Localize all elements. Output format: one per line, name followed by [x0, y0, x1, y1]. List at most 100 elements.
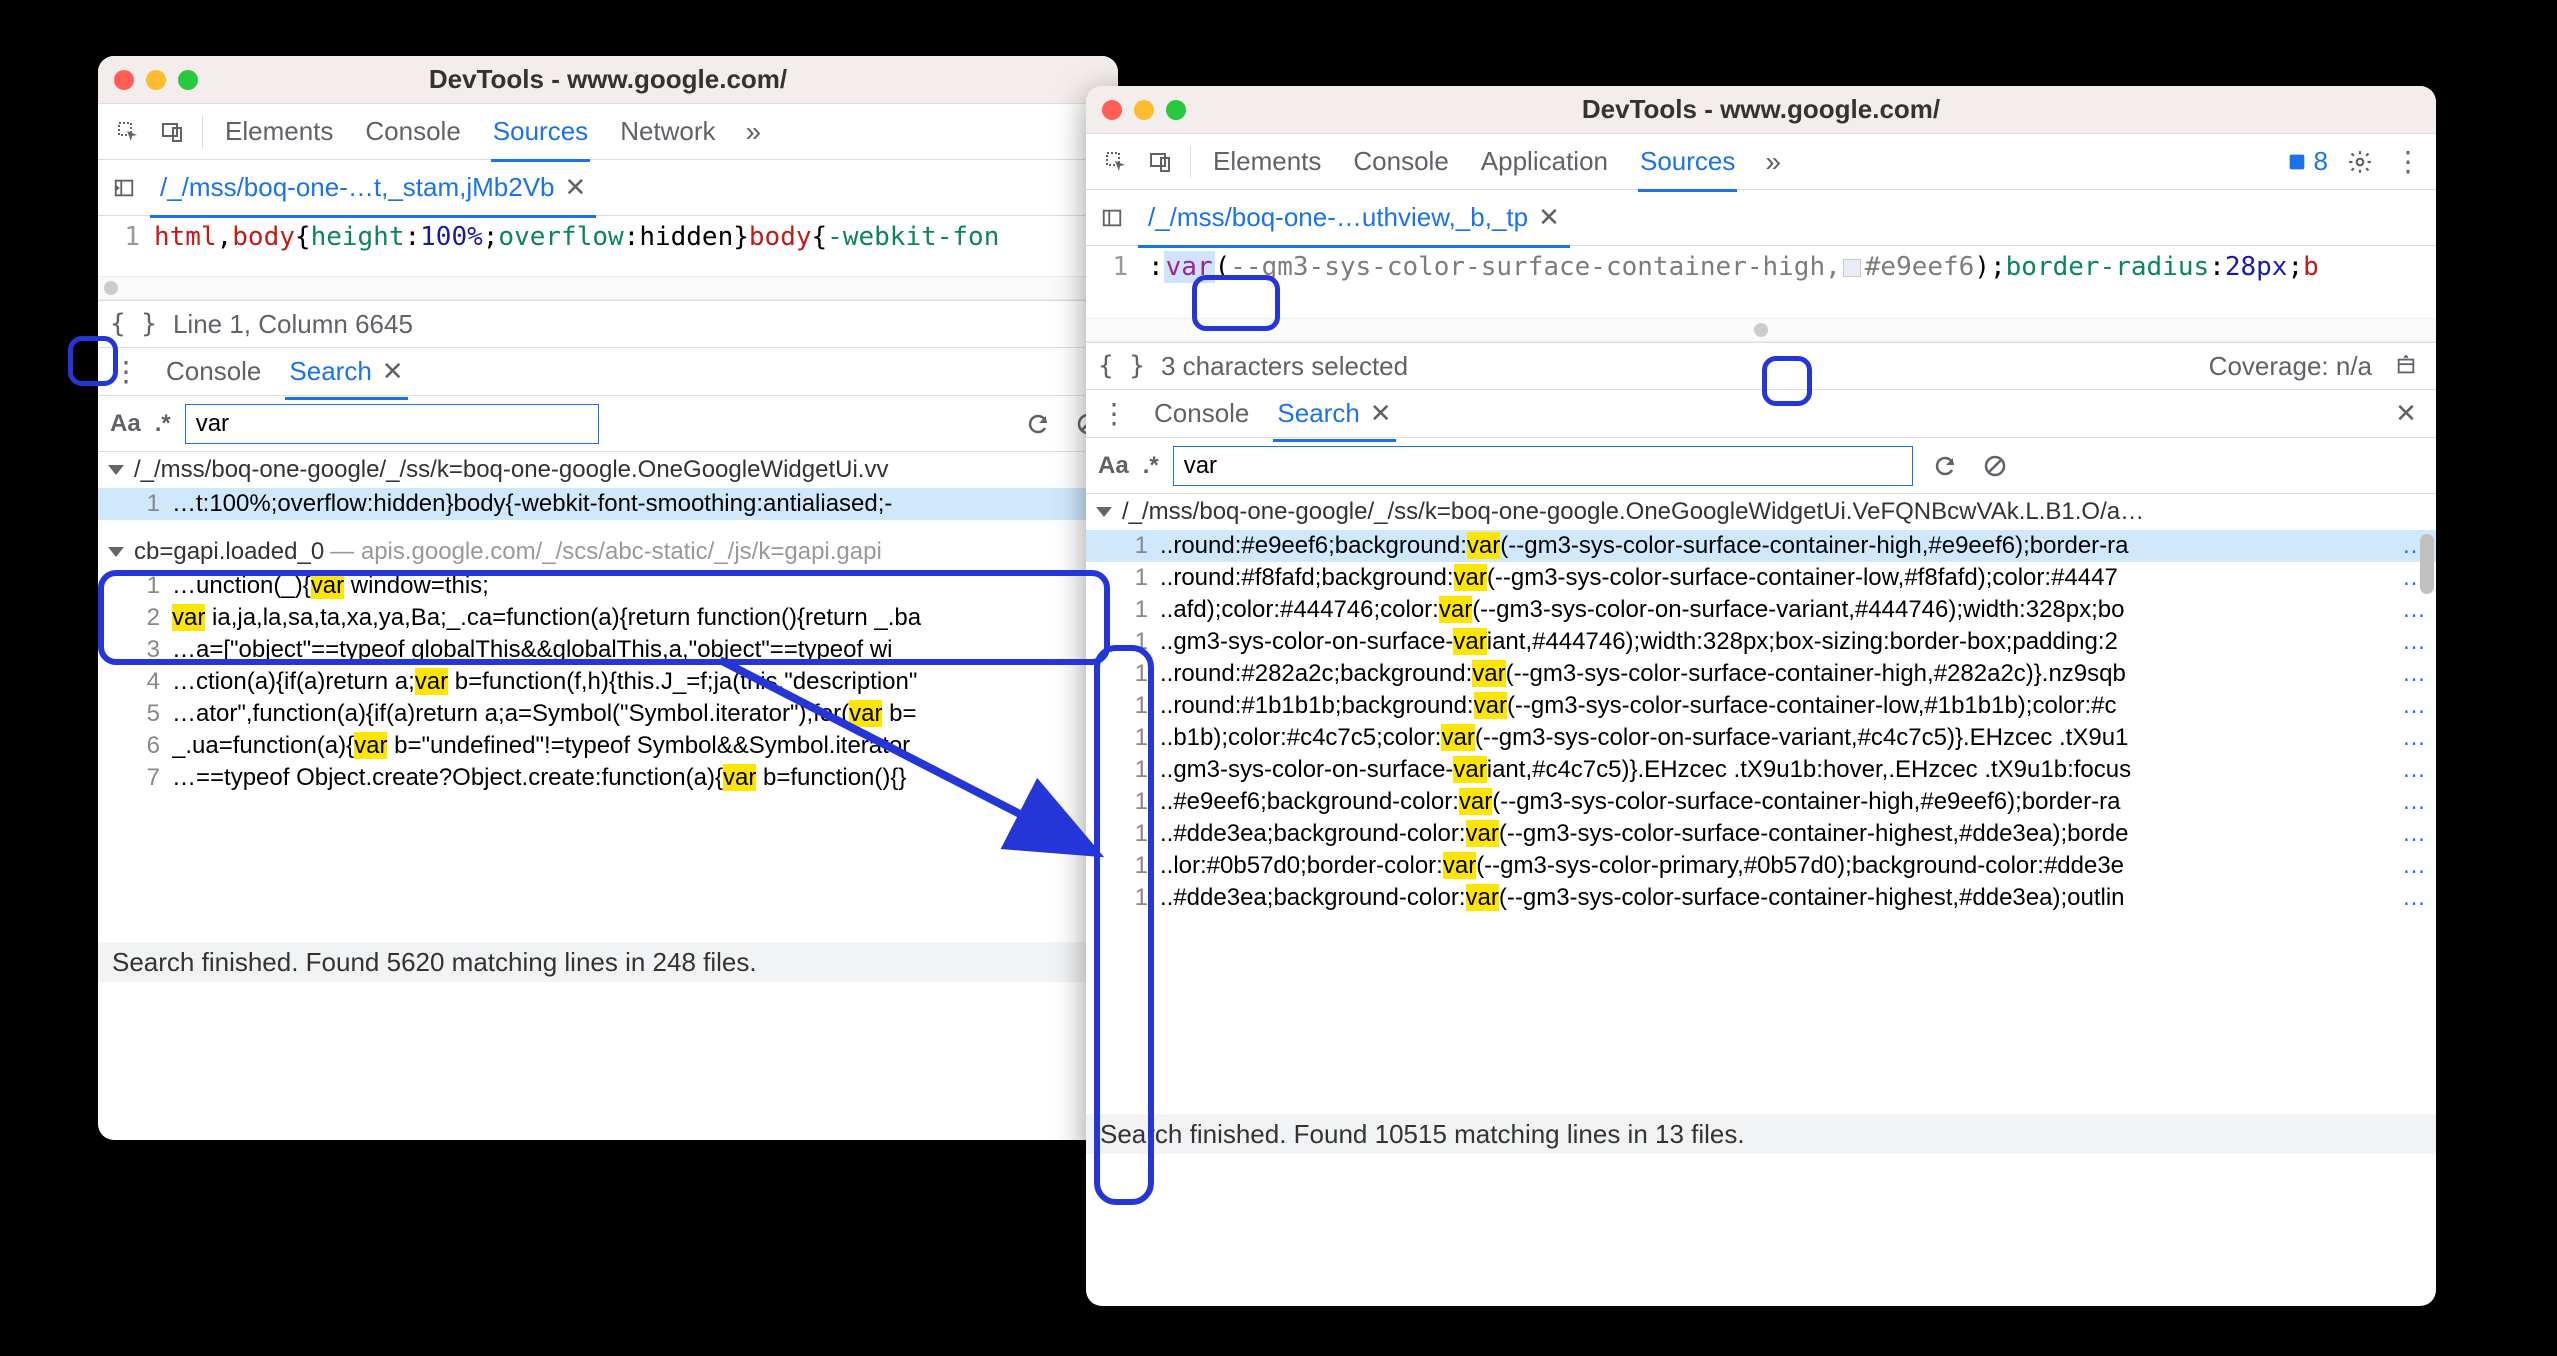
- search-results[interactable]: /_/mss/boq-one-google/_/ss/k=boq-one-goo…: [1086, 494, 2436, 1114]
- result-line[interactable]: 1..#dde3ea;background-color:var(--gm3-sy…: [1086, 818, 2436, 850]
- tab-console[interactable]: Console: [1351, 134, 1450, 189]
- match-case-toggle[interactable]: Aa: [110, 410, 141, 438]
- result-file-header[interactable]: cb=gapi.loaded_0 — apis.google.com/_/scs…: [98, 534, 1118, 570]
- search-results[interactable]: /_/mss/boq-one-google/_/ss/k=boq-one-goo…: [98, 452, 1118, 942]
- code-line[interactable]: :var(--gm3-sys-color-surface-container-h…: [1142, 252, 2319, 282]
- close-tab-icon[interactable]: ✕: [565, 172, 587, 203]
- drawer-menu-icon[interactable]: ⋮: [110, 355, 142, 388]
- result-line-text: ..#dde3ea;background-color:var(--gm3-sys…: [1160, 820, 2402, 848]
- more-tabs-icon[interactable]: »: [746, 116, 762, 148]
- tab-network[interactable]: Network: [618, 104, 717, 159]
- code-token: b: [2303, 252, 2319, 282]
- result-line[interactable]: 1..round:#1b1b1b;background:var(--gm3-sy…: [1086, 690, 2436, 722]
- format-icon[interactable]: { }: [110, 309, 157, 339]
- result-line[interactable]: 1..#dde3ea;background-color:var(--gm3-sy…: [1086, 882, 2436, 914]
- code-token: hidden: [639, 222, 733, 252]
- close-tab-icon[interactable]: ✕: [382, 356, 404, 387]
- close-window-icon[interactable]: [114, 70, 134, 90]
- result-line[interactable]: 1..afd);color:#444746;color:var(--gm3-sy…: [1086, 594, 2436, 626]
- close-tab-icon[interactable]: ✕: [1370, 398, 1392, 429]
- search-input[interactable]: [1173, 446, 1913, 486]
- scrollbar-thumb[interactable]: [2420, 534, 2434, 594]
- minimize-window-icon[interactable]: [146, 70, 166, 90]
- result-line[interactable]: 3…a=["object"==typeof globalThis&&global…: [98, 634, 1118, 666]
- color-swatch[interactable]: [1843, 259, 1861, 277]
- file-tab[interactable]: /_/mss/boq-one-…t,_stam,jMb2Vb ✕: [150, 160, 596, 218]
- close-tab-icon[interactable]: ✕: [1538, 202, 1560, 233]
- close-drawer-icon[interactable]: ✕: [2388, 396, 2424, 432]
- match-case-toggle[interactable]: Aa: [1098, 452, 1129, 480]
- maximize-window-icon[interactable]: [178, 70, 198, 90]
- code-line[interactable]: html,body{height:100%;overflow:hidden}bo…: [154, 222, 999, 252]
- minimize-window-icon[interactable]: [1134, 100, 1154, 120]
- drawer-tab-search[interactable]: Search ✕: [285, 346, 407, 400]
- file-tab-label: /_/mss/boq-one-…t,_stam,jMb2Vb: [160, 172, 555, 203]
- tab-sources[interactable]: Sources: [491, 104, 590, 162]
- tab-elements[interactable]: Elements: [223, 104, 335, 159]
- result-line-text: var ia,ja,la,sa,ta,xa,ya,Ba;_.ca=functio…: [172, 604, 1108, 632]
- coverage-icon[interactable]: [2388, 348, 2424, 384]
- minimap[interactable]: [1086, 318, 2436, 342]
- result-line-text: …t:100%;overflow:hidden}body{-webkit-fon…: [172, 490, 1108, 518]
- navigator-toggle-icon[interactable]: [1094, 200, 1130, 236]
- result-line[interactable]: 7…==typeof Object.create?Object.create:f…: [98, 762, 1118, 794]
- issues-count: 8: [2314, 146, 2328, 177]
- result-line[interactable]: 1..b1b);color:#c4c7c5;color:var(--gm3-sy…: [1086, 722, 2436, 754]
- result-line[interactable]: 5…ator",function(a){if(a)return a;a=Symb…: [98, 698, 1118, 730]
- minimap[interactable]: [98, 276, 1118, 300]
- search-status: Search finished. Found 5620 matching lin…: [98, 942, 1118, 982]
- search-match: var: [1453, 628, 1486, 655]
- code-editor[interactable]: 1 :var(--gm3-sys-color-surface-container…: [1086, 246, 2436, 318]
- result-line[interactable]: 6_.ua=function(a){var b="undefined"!=typ…: [98, 730, 1118, 762]
- inspect-element-icon[interactable]: [110, 114, 146, 150]
- issues-badge[interactable]: 8: [2286, 146, 2328, 177]
- inspect-element-icon[interactable]: [1098, 144, 1134, 180]
- drawer-tab-console[interactable]: Console: [1150, 388, 1253, 439]
- clear-icon[interactable]: [1977, 448, 2013, 484]
- settings-icon[interactable]: [2342, 144, 2378, 180]
- result-line[interactable]: 1..round:#e9eef6;background:var(--gm3-sy…: [1086, 530, 2436, 562]
- result-line[interactable]: 1..round:#282a2c;background:var(--gm3-sy…: [1086, 658, 2436, 690]
- tab-elements[interactable]: Elements: [1211, 134, 1323, 189]
- navigator-toggle-icon[interactable]: [106, 170, 142, 206]
- refresh-icon[interactable]: [1927, 448, 1963, 484]
- drawer-menu-icon[interactable]: ⋮: [1098, 397, 1130, 430]
- result-file-header[interactable]: /_/mss/boq-one-google/_/ss/k=boq-one-goo…: [1086, 494, 2436, 530]
- tab-sources[interactable]: Sources: [1638, 134, 1737, 192]
- tab-console[interactable]: Console: [363, 104, 462, 159]
- close-window-icon[interactable]: [1102, 100, 1122, 120]
- result-line-text: _.ua=function(a){var b="undefined"!=type…: [172, 732, 1108, 760]
- code-editor[interactable]: 1 html,body{height:100%;overflow:hidden}…: [98, 216, 1118, 276]
- result-line-number: 1: [1112, 788, 1148, 816]
- result-line[interactable]: 1..#e9eef6;background-color:var(--gm3-sy…: [1086, 786, 2436, 818]
- search-bar: Aa .*: [98, 396, 1118, 452]
- regex-toggle[interactable]: .*: [1143, 452, 1159, 480]
- result-line[interactable]: 1..lor:#0b57d0;border-color:var(--gm3-sy…: [1086, 850, 2436, 882]
- result-line-text: ..gm3-sys-color-on-surface-variant,#4447…: [1160, 628, 2402, 656]
- result-line[interactable]: 1..gm3-sys-color-on-surface-variant,#444…: [1086, 626, 2436, 658]
- drawer-tab-console[interactable]: Console: [162, 346, 265, 397]
- result-file-header[interactable]: /_/mss/boq-one-google/_/ss/k=boq-one-goo…: [98, 452, 1118, 488]
- result-line-number: 1: [124, 490, 160, 518]
- file-tab[interactable]: /_/mss/boq-one-…uthview,_b,_tp ✕: [1138, 190, 1570, 248]
- result-line[interactable]: 1…unction(_){var window=this;: [98, 570, 1118, 602]
- regex-toggle[interactable]: .*: [155, 410, 171, 438]
- device-toolbar-icon[interactable]: [1142, 144, 1178, 180]
- result-line[interactable]: 1..gm3-sys-color-on-surface-variant,#c4c…: [1086, 754, 2436, 786]
- more-menu-icon[interactable]: ⋮: [2392, 145, 2424, 178]
- device-toolbar-icon[interactable]: [154, 114, 190, 150]
- result-line[interactable]: 1..round:#f8fafd;background:var(--gm3-sy…: [1086, 562, 2436, 594]
- result-line[interactable]: 2var ia,ja,la,sa,ta,xa,ya,Ba;_.ca=functi…: [98, 602, 1118, 634]
- drawer-tab-search[interactable]: Search ✕: [1273, 388, 1395, 442]
- maximize-window-icon[interactable]: [1166, 100, 1186, 120]
- search-input[interactable]: [185, 404, 600, 444]
- search-bar: Aa .*: [1086, 438, 2436, 494]
- result-line-number: 1: [1112, 852, 1148, 880]
- format-icon[interactable]: { }: [1098, 351, 1145, 381]
- result-line[interactable]: 4…ction(a){if(a)return a;var b=function(…: [98, 666, 1118, 698]
- result-line[interactable]: 1 …t:100%;overflow:hidden}body{-webkit-f…: [98, 488, 1118, 520]
- more-tabs-icon[interactable]: »: [1765, 146, 1781, 178]
- tab-application[interactable]: Application: [1479, 134, 1610, 189]
- refresh-icon[interactable]: [1020, 406, 1056, 442]
- ellipsis-icon: …: [2402, 596, 2426, 624]
